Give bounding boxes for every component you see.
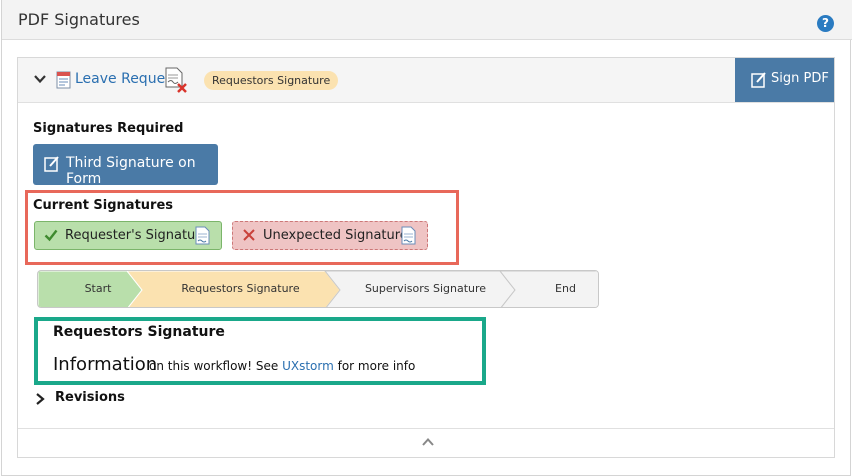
current-signatures-heading: Current Signatures <box>33 198 174 213</box>
sign-pdf-button[interactable]: Sign PDF <box>735 58 834 102</box>
signature-chip-valid[interactable]: Requester's Signature <box>34 221 222 250</box>
workflow-step-supervisors: Supervisors Signature <box>364 282 487 295</box>
workflow-step-end: End <box>555 282 576 295</box>
panel-footer-divider <box>18 428 834 429</box>
uxstorm-link[interactable]: UXstorm <box>282 359 334 373</box>
question-circle-icon[interactable]: ? <box>817 15 834 32</box>
signed-page-icon <box>401 226 416 245</box>
document-panel: Leave Request Requestors Signature Sign … <box>17 57 835 458</box>
document-panel-header: Leave Request Requestors Signature Sign … <box>18 58 834 103</box>
signatures-required-heading: Signatures Required <box>33 121 184 136</box>
third-signature-label: Third Signature on Form <box>66 155 196 187</box>
info-big-text: Information <box>53 354 158 375</box>
chevron-right-icon[interactable] <box>34 392 46 406</box>
revisions-toggle[interactable]: Revisions <box>55 390 125 405</box>
workflow-step-requestors: Requestors Signature <box>181 282 300 295</box>
document-icon <box>56 71 71 89</box>
info-text-tail: for more info <box>337 359 416 373</box>
pen-square-icon <box>751 72 766 88</box>
info-text-lead: on this workflow! See <box>149 359 279 373</box>
signature-chip-invalid[interactable]: Unexpected Signature <box>232 221 428 250</box>
signature-label: Unexpected Signature <box>263 228 408 243</box>
signed-page-icon <box>195 226 210 245</box>
info-text: on this workflow! See UXstorm for more i… <box>149 359 415 373</box>
pen-square-icon <box>44 156 59 172</box>
page-title: PDF Signatures <box>18 10 140 29</box>
leave-request-link[interactable]: Leave Request <box>75 71 178 87</box>
status-badge: Requestors Signature <box>204 71 339 90</box>
sign-pdf-label: Sign PDF <box>771 71 829 86</box>
chevron-down-icon[interactable] <box>33 72 47 86</box>
check-icon <box>44 229 58 242</box>
signature-label: Requester's Signature <box>65 228 209 243</box>
workflow-progress: Start Requestors Signature Supervisors S… <box>37 270 599 308</box>
close-icon <box>243 229 255 241</box>
third-signature-button[interactable]: Third Signature on Form <box>33 144 218 187</box>
workflow-step-start: Start <box>84 282 112 295</box>
widget-header: PDF Signatures ? <box>2 0 852 40</box>
info-title: Requestors Signature <box>53 324 225 340</box>
unsigned-document-icon <box>165 67 187 93</box>
chevron-up-icon[interactable] <box>421 436 435 448</box>
